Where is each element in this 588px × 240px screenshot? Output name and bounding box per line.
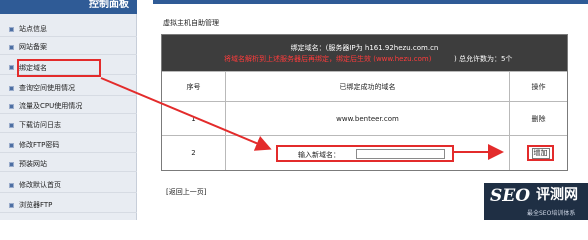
bullet-icon — [9, 45, 14, 50]
bullet-icon — [9, 86, 14, 91]
sidebar-header: 控制面板 — [0, 0, 137, 14]
bullet-icon — [9, 203, 14, 208]
page-title: 虚拟主机自助管理 — [163, 19, 219, 27]
info-allowed-count: ) 总允许数为：5个 — [454, 55, 513, 63]
sidebar-item-site-info[interactable]: 站点信息 — [0, 22, 137, 37]
sidebar-item-label: 预装网站 — [19, 160, 47, 168]
watermark-brand-cn: 评测网 — [536, 187, 578, 203]
new-domain-highlight: 输入新域名： — [276, 145, 454, 162]
sidebar-item-preinstall-site[interactable]: 预装网站 — [0, 157, 137, 172]
bullet-icon — [9, 27, 14, 32]
add-button-label: 增加 — [531, 147, 550, 159]
sidebar-item-label: 修改FTP密码 — [19, 141, 60, 149]
column-header-domain: 已绑定成功的域名 — [226, 72, 510, 101]
bullet-icon — [9, 143, 14, 148]
new-domain-input[interactable] — [356, 149, 445, 159]
sidebar-item-browser-ftp[interactable]: 浏览器FTP — [0, 198, 137, 213]
sidebar-item-label: 网站备案 — [19, 43, 47, 51]
sidebar-item-label: 站点信息 — [19, 25, 47, 33]
table-row-new-domain: 2 输入新域名： 增加 — [162, 135, 567, 170]
sidebar: 控制面板 站点信息 网站备案 绑定域名 查询空间使用情况 流量及CPU使用情况 … — [0, 0, 137, 220]
bullet-icon — [9, 183, 14, 188]
sidebar-item-label: 浏览器FTP — [19, 201, 53, 209]
delete-link[interactable]: 删除 — [510, 102, 567, 135]
domain-table: 绑定域名：(服务器IP为 h161.92hezu.com.cn 将域名解析到上述… — [161, 34, 568, 171]
sidebar-item-label: 查询空间使用情况 — [19, 84, 75, 92]
sidebar-item-access-log[interactable]: 下载访问日志 — [0, 118, 137, 133]
bullet-icon — [9, 162, 14, 167]
bullet-icon — [9, 104, 14, 109]
row-index: 2 — [162, 136, 226, 170]
add-button[interactable]: 增加 — [527, 145, 554, 161]
watermark-brand: SEO — [490, 186, 531, 206]
row-index: 1 — [162, 102, 226, 135]
column-header-index: 序号 — [162, 72, 226, 101]
bind-domain-highlight — [17, 59, 101, 77]
bullet-icon — [9, 65, 14, 70]
new-domain-label: 输入新域名： — [298, 151, 340, 159]
sidebar-item-label: 流量及CPU使用情况 — [19, 102, 83, 110]
sidebar-item-space-usage[interactable]: 查询空间使用情况 — [0, 81, 137, 96]
sidebar-item-label: 修改默认首页 — [19, 181, 61, 189]
watermark-logo: SEO 评测网 最全SEO培训体系 — [484, 183, 588, 220]
sidebar-item-traffic-cpu[interactable]: 流量及CPU使用情况 — [0, 99, 137, 114]
table-header-row: 序号 已绑定成功的域名 操作 — [162, 71, 567, 101]
column-header-action: 操作 — [531, 82, 546, 91]
sidebar-item-icp[interactable]: 网站备案 — [0, 40, 137, 55]
bound-domain: www.benteer.com — [226, 102, 510, 135]
sidebar-item-label: 下载访问日志 — [19, 121, 61, 129]
sidebar-item-ftp-password[interactable]: 修改FTP密码 — [0, 138, 137, 153]
back-link[interactable]: [返回上一页] — [166, 187, 206, 197]
sidebar-title: 控制面板 — [89, 0, 129, 10]
info-row: 绑定域名：(服务器IP为 h161.92hezu.com.cn 将域名解析到上述… — [162, 35, 567, 71]
sidebar-item-default-homepage[interactable]: 修改默认首页 — [0, 178, 137, 193]
bullet-icon — [9, 123, 14, 128]
top-bar — [153, 0, 588, 4]
info-server-line: 绑定域名：(服务器IP为 h161.92hezu.com.cn — [290, 44, 439, 52]
table-row: 1 www.benteer.com 删除 — [162, 101, 567, 135]
info-warning-text: 将域名解析到上述服务器后再绑定，绑定后生效 (www.hezu.com) — [224, 55, 432, 63]
watermark-subtitle: 最全SEO培训体系 — [527, 210, 576, 217]
